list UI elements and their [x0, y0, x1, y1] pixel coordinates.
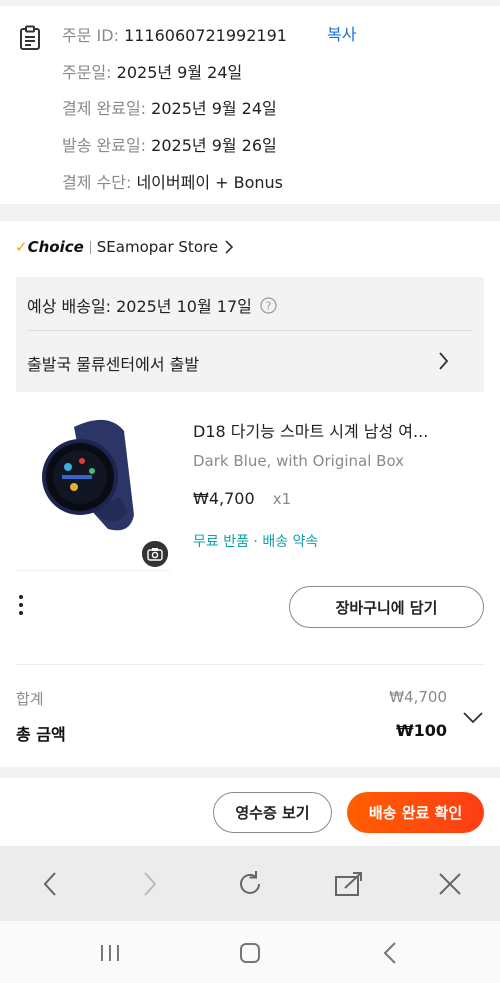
view-receipt-button[interactable]: 영수증 보기 — [213, 792, 332, 833]
help-icon[interactable]: ? — [260, 296, 277, 314]
add-to-cart-button[interactable]: 장바구니에 담기 — [289, 586, 484, 628]
share-icon[interactable] — [329, 864, 369, 904]
browser-toolbar — [0, 846, 500, 921]
eta-row: 예상 배송일: 2025년 10월 17일 ? — [27, 293, 277, 317]
delivery-status-row[interactable]: 출발국 물류센터에서 출발 — [16, 331, 484, 392]
order-id-label: 주문 ID: — [62, 26, 119, 45]
total-label: 총 금액 — [16, 725, 66, 744]
product-price-row: ₩4,700 x1 — [193, 489, 291, 508]
store-name: SEamopar Store — [96, 238, 219, 256]
summary-divider — [16, 664, 484, 665]
choice-check-icon: ✓ — [15, 238, 28, 256]
total-value: ₩100 — [395, 721, 447, 740]
shipped-date-value: 2025년 9월 26일 — [151, 136, 277, 155]
eta-value: 2025년 10월 17일 — [116, 297, 252, 316]
svg-text:?: ? — [265, 299, 271, 312]
delivery-box: 예상 배송일: 2025년 10월 17일 ? 출발국 물류센터에서 출발 — [16, 277, 484, 392]
refresh-icon[interactable] — [230, 864, 270, 904]
chevron-right-icon — [438, 352, 449, 374]
product-bottom-divider — [16, 570, 170, 571]
choice-badge: Choice — [27, 238, 84, 256]
delivery-status: 출발국 물류센터에서 출발 — [27, 355, 200, 374]
more-vert-icon[interactable] — [18, 594, 24, 620]
back-icon[interactable] — [30, 864, 70, 904]
clipboard-icon — [18, 25, 42, 51]
bottom-action-bar: 영수증 보기 배송 완료 확인 — [0, 778, 500, 846]
confirm-delivery-label: 배송 완료 확인 — [368, 804, 463, 822]
payment-method-value: 네이버페이 + Bonus — [136, 173, 284, 192]
product-price: ₩4,700 — [193, 489, 255, 508]
paid-date-row: 결제 완료일: 2025년 9월 24일 — [62, 95, 277, 119]
system-back-icon[interactable] — [370, 933, 410, 973]
order-info-card: 주문 ID: 1116060721992191 복사 주문일: 2025년 9월… — [0, 6, 500, 204]
payment-method-label: 결제 수단: — [62, 173, 132, 192]
forward-icon[interactable] — [130, 864, 170, 904]
home-icon[interactable] — [230, 933, 270, 973]
product-qty: x1 — [272, 490, 292, 508]
order-date-value: 2025년 9월 24일 — [116, 63, 243, 82]
add-to-cart-label: 장바구니에 담기 — [335, 598, 438, 617]
chevron-down-icon[interactable] — [463, 709, 483, 728]
product-tags: 무료 반품 · 배송 약속 — [193, 534, 319, 550]
product-variant: Dark Blue, with Original Box — [193, 452, 405, 470]
confirm-delivery-button[interactable]: 배송 완료 확인 — [347, 792, 484, 833]
copy-button[interactable]: 복사 — [327, 21, 356, 45]
store-divider — [89, 240, 91, 254]
shipped-date-row: 발송 완료일: 2025년 9월 26일 — [62, 132, 277, 156]
order-id-value: 1116060721992191 — [124, 26, 287, 45]
camera-icon[interactable] — [142, 541, 168, 567]
close-icon[interactable] — [430, 864, 470, 904]
paid-date-value: 2025년 9월 24일 — [151, 99, 277, 118]
order-id-row: 주문 ID: 1116060721992191 — [62, 22, 287, 46]
paid-date-label: 결제 완료일: — [62, 99, 147, 118]
payment-method-row: 결제 수단: 네이버페이 + Bonus — [62, 169, 283, 193]
product-title[interactable]: D18 다기능 스마트 시계 남성 여... — [193, 418, 428, 442]
order-date-row: 주문일: 2025년 9월 24일 — [62, 59, 242, 83]
store-header[interactable]: ✓ Choice SEamopar Store — [15, 236, 234, 258]
subtotal-value: ₩4,700 — [389, 688, 447, 706]
eta-label: 예상 배송일: — [27, 297, 112, 316]
shipped-date-label: 발송 완료일: — [62, 136, 147, 155]
store-order-card: ✓ Choice SEamopar Store 예상 배송일: 2025년 10… — [0, 221, 500, 767]
view-receipt-label: 영수증 보기 — [235, 804, 310, 822]
product-image[interactable] — [16, 405, 170, 565]
system-navigation-bar — [0, 921, 500, 983]
recent-apps-icon[interactable] — [90, 933, 130, 973]
subtotal-label: 합계 — [16, 690, 44, 708]
chevron-right-icon — [224, 240, 234, 254]
order-date-label: 주문일: — [62, 63, 112, 82]
